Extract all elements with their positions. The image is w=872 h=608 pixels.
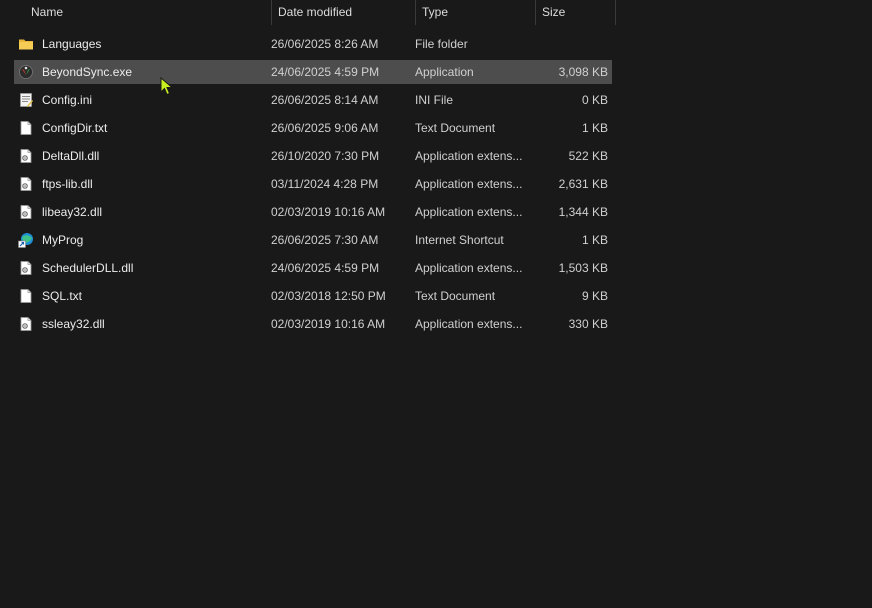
file-size: 1 KB (581, 121, 608, 135)
dll-file-icon (18, 204, 34, 220)
file-size: 1,503 KB (558, 261, 608, 275)
file-type: Text Document (415, 289, 496, 303)
file-size: 522 KB (568, 149, 608, 163)
file-date-modified: 02/03/2018 12:50 PM (271, 289, 386, 303)
file-date-modified: 26/06/2025 7:30 AM (271, 233, 379, 247)
file-list: Languages 26/06/2025 8:26 AM File folder Be… (14, 30, 612, 338)
file-date-modified: 03/11/2024 4:28 PM (271, 177, 379, 191)
file-name: BeyondSync.exe (42, 65, 133, 79)
file-row[interactable]: MyProg 26/06/2025 7:30 AM Internet Shortcu… (14, 226, 612, 254)
file-date-modified: 24/06/2025 4:59 PM (271, 65, 380, 79)
column-header-date-modified[interactable]: Date modified (271, 0, 415, 25)
file-name-cell: Languages (14, 36, 271, 52)
ini-file-icon (18, 92, 34, 108)
file-size: 1 KB (581, 233, 608, 247)
file-size: 9 KB (581, 289, 608, 303)
file-name: DeltaDll.dll (42, 149, 100, 163)
mouse-pointer-icon (160, 77, 174, 96)
file-name-cell: MyProg (14, 232, 271, 248)
file-date-modified: 02/03/2019 10:16 AM (271, 205, 386, 219)
file-type: Application (415, 65, 474, 79)
file-row[interactable]: Languages 26/06/2025 8:26 AM File folder (14, 30, 612, 58)
file-size: 2,631 KB (558, 177, 608, 191)
column-header-date-label: Date modified (278, 5, 353, 19)
file-size: 330 KB (568, 317, 608, 331)
column-header-name-label: Name (31, 5, 64, 19)
file-row[interactable]: libeay32.dll 02/03/2019 10:16 AM Applicati… (14, 198, 612, 226)
file-row[interactable]: DeltaDll.dll 26/10/2020 7:30 PM Applicatio… (14, 142, 612, 170)
file-name: SQL.txt (42, 289, 83, 303)
file-row[interactable]: ssleay32.dll 02/03/2019 10:16 AM Applicati… (14, 310, 612, 338)
file-date-modified: 02/03/2019 10:16 AM (271, 317, 386, 331)
file-date-modified: 26/06/2025 9:06 AM (271, 121, 379, 135)
file-name: ftps-lib.dll (42, 177, 93, 191)
column-header-size[interactable]: Size (535, 0, 616, 25)
folder-icon (18, 36, 34, 52)
file-type: Application extens... (415, 149, 523, 163)
file-name: SchedulerDLL.dll (42, 261, 134, 275)
column-header-type-label: Type (422, 5, 449, 19)
file-name: Languages (42, 37, 102, 51)
file-date-modified: 24/06/2025 4:59 PM (271, 261, 380, 275)
dll-file-icon (18, 316, 34, 332)
file-name-cell: BeyondSync.exe (14, 64, 271, 80)
file-type: Application extens... (415, 177, 523, 191)
application-icon (18, 64, 34, 80)
file-type: File folder (415, 37, 468, 51)
file-size: 3,098 KB (558, 65, 608, 79)
file-size: 1,344 KB (558, 205, 608, 219)
column-header-size-label: Size (542, 5, 566, 19)
file-name-cell: Config.ini (14, 92, 271, 108)
column-header-type[interactable]: Type (415, 0, 535, 25)
file-name-cell: libeay32.dll (14, 204, 271, 220)
file-name-cell: SchedulerDLL.dll (14, 260, 271, 276)
dll-file-icon (18, 176, 34, 192)
file-name-cell: SQL.txt (14, 288, 271, 304)
sort-ascending-icon: ^ (143, 0, 151, 3)
text-file-icon (18, 120, 34, 136)
file-row[interactable]: SchedulerDLL.dll 24/06/2025 4:59 PM Applic… (14, 254, 612, 282)
file-size: 0 KB (581, 93, 608, 107)
column-header-bar: ^ Name Date modified Type Size (0, 0, 616, 25)
dll-file-icon (18, 148, 34, 164)
dll-file-icon (18, 260, 34, 276)
internet-shortcut-icon (18, 232, 34, 248)
file-date-modified: 26/06/2025 8:14 AM (271, 93, 379, 107)
file-type: Internet Shortcut (415, 233, 504, 247)
file-name: libeay32.dll (42, 205, 103, 219)
file-name: Config.ini (42, 93, 93, 107)
file-type: Application extens... (415, 261, 523, 275)
file-explorer-list-view: ^ Name Date modified Type Size Languages… (0, 0, 872, 608)
file-date-modified: 26/10/2020 7:30 PM (271, 149, 380, 163)
file-row[interactable]: ftps-lib.dll 03/11/2024 4:28 PM Applicatio… (14, 170, 612, 198)
text-file-icon (18, 288, 34, 304)
file-type: Application extens... (415, 317, 523, 331)
file-row[interactable]: ConfigDir.txt 26/06/2025 9:06 AM Text Docu… (14, 114, 612, 142)
file-type: Text Document (415, 121, 496, 135)
file-name-cell: ssleay32.dll (14, 316, 271, 332)
file-name-cell: ConfigDir.txt (14, 120, 271, 136)
file-row[interactable]: BeyondSync.exe 24/06/2025 4:59 PM Applicat… (14, 60, 612, 84)
file-row[interactable]: Config.ini 26/06/2025 8:14 AM INI File 0 KB (14, 86, 612, 114)
file-name: ssleay32.dll (42, 317, 105, 331)
file-name-cell: DeltaDll.dll (14, 148, 271, 164)
file-name-cell: ftps-lib.dll (14, 176, 271, 192)
file-name: MyProg (42, 233, 84, 247)
file-name: ConfigDir.txt (42, 121, 108, 135)
file-date-modified: 26/06/2025 8:26 AM (271, 37, 379, 51)
column-header-name[interactable]: ^ Name (0, 0, 271, 25)
file-type: INI File (415, 93, 454, 107)
file-type: Application extens... (415, 205, 523, 219)
file-row[interactable]: SQL.txt 02/03/2018 12:50 PM Text Document 9… (14, 282, 612, 310)
